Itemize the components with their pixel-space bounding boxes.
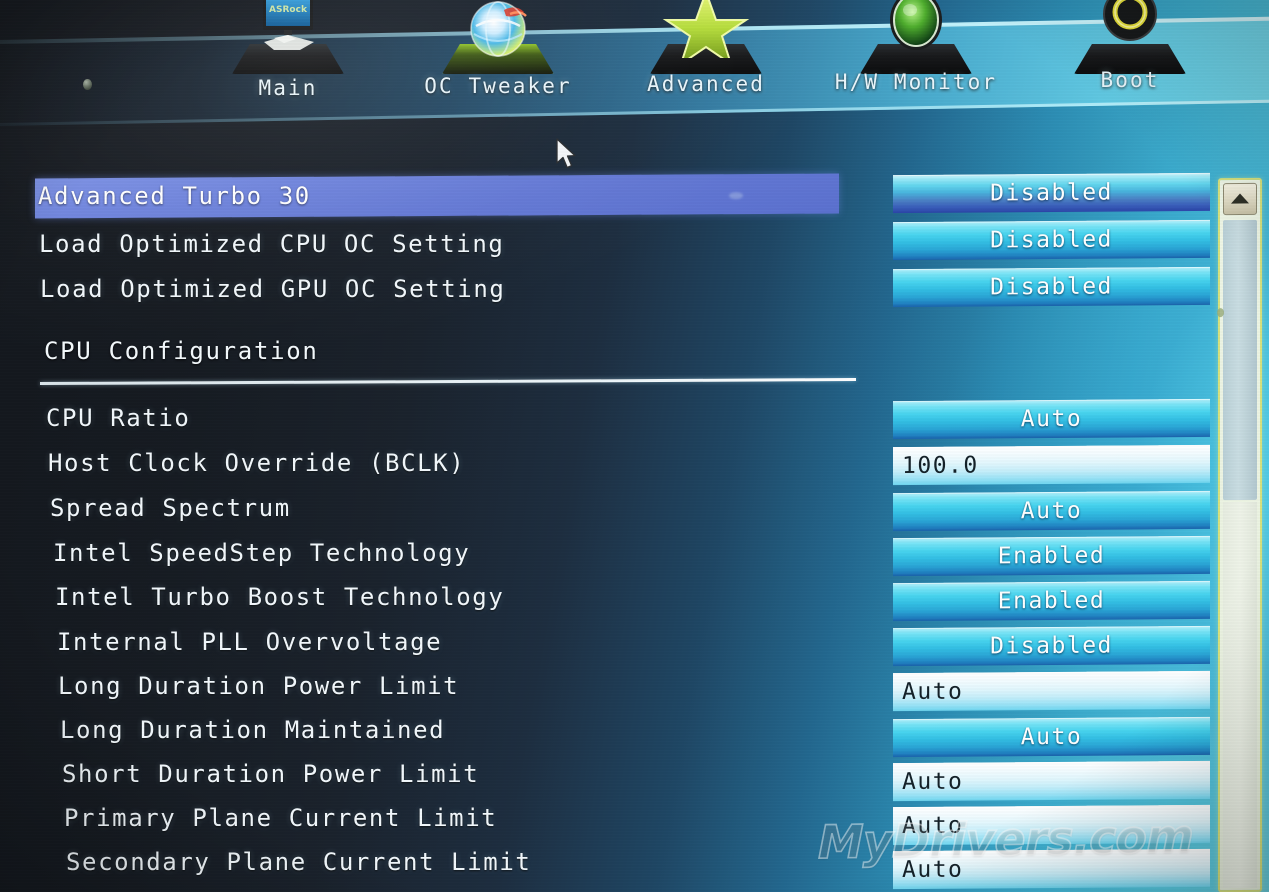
value-secondary-plane-current-limit[interactable]: Auto	[893, 848, 1210, 890]
scrollbar-thumb[interactable]	[1223, 219, 1257, 501]
scrollbar-dust-artifact	[1217, 308, 1224, 318]
scrollbar-up-button[interactable]	[1223, 182, 1257, 216]
value-spread-spectrum[interactable]: Auto	[893, 490, 1210, 532]
value-host-clock-override[interactable]: 100.0	[893, 444, 1210, 486]
chevron-up-icon	[1231, 193, 1249, 204]
value-advanced-turbo-30[interactable]: Disabled	[893, 172, 1210, 214]
value-long-duration-power-limit[interactable]: Auto	[893, 670, 1210, 712]
value-load-optimized-gpu-oc-setting[interactable]: Disabled	[893, 266, 1210, 308]
value-primary-plane-current-limit[interactable]: Auto	[893, 804, 1210, 846]
value-cpu-ratio[interactable]: Auto	[893, 398, 1210, 440]
value-intel-turbo-boost-technology[interactable]: Enabled	[893, 580, 1210, 622]
bios-setup-screen: ASRock Main OC Tweaker Advanced H/W Moni…	[0, 0, 1269, 892]
value-short-duration-power-limit[interactable]: Auto	[893, 760, 1210, 802]
value-intel-speedstep-technology[interactable]: Enabled	[893, 535, 1210, 577]
vertical-scrollbar[interactable]	[1217, 177, 1262, 892]
value-internal-pll-overvoltage[interactable]: Disabled	[893, 625, 1210, 667]
value-long-duration-maintained[interactable]: Auto	[893, 716, 1210, 758]
scrollbar-track[interactable]	[1223, 501, 1257, 889]
settings-value-column: Disabled Disabled Disabled Auto 100.0 Au…	[0, 0, 1269, 892]
value-load-optimized-cpu-oc-setting[interactable]: Disabled	[893, 219, 1210, 261]
